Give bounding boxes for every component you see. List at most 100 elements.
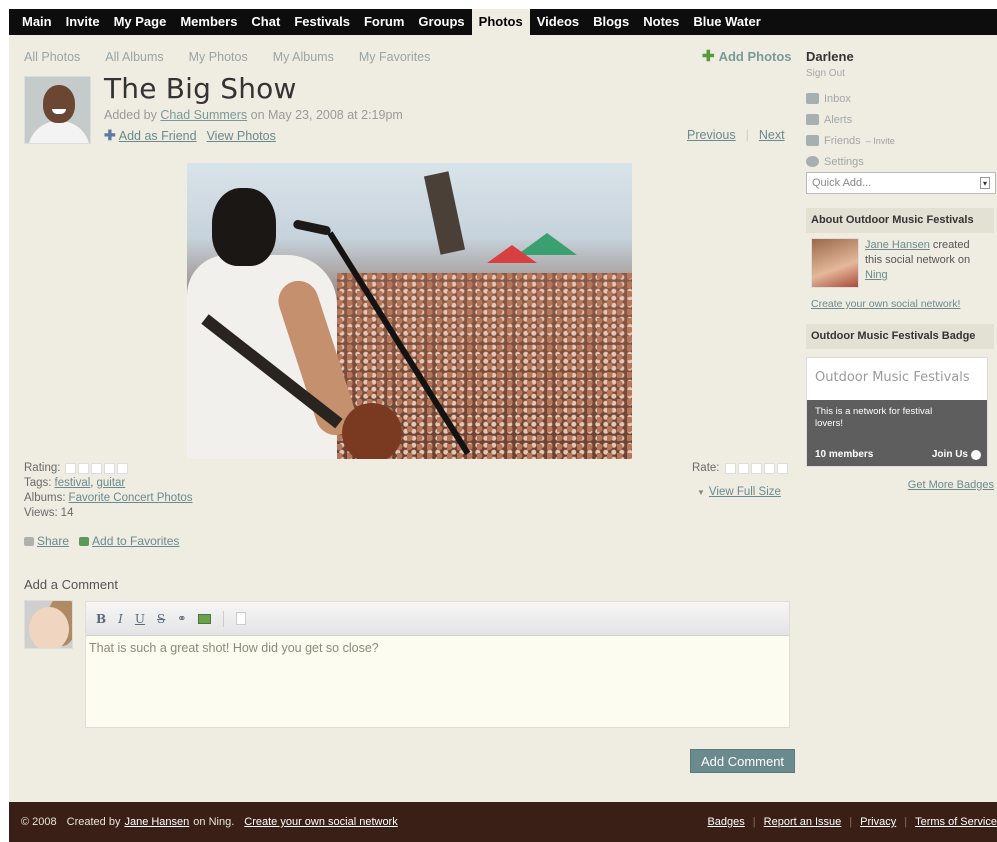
sign-out-link[interactable]: Sign Out xyxy=(806,68,994,79)
subnav-my-photos[interactable]: My Photos xyxy=(189,50,248,64)
added-by-prefix: Added by xyxy=(104,108,157,122)
star-icon xyxy=(65,463,77,474)
previous-link[interactable]: Previous xyxy=(687,128,736,142)
footer-creator-link[interactable]: Jane Hansen xyxy=(124,816,189,828)
footer-badges-link[interactable]: Badges xyxy=(707,816,744,828)
subnav-all-photos[interactable]: All Photos xyxy=(24,50,80,64)
nav-festivals[interactable]: Festivals xyxy=(287,9,357,35)
join-us-label: Join Us xyxy=(931,449,968,460)
comment-editor: B I U S ⚭ That is such a great shot! How… xyxy=(85,601,790,728)
author-avatar[interactable] xyxy=(24,76,91,144)
rate-stars[interactable] xyxy=(724,462,788,474)
subnav-my-favorites[interactable]: My Favorites xyxy=(359,50,431,64)
strikethrough-button[interactable]: S xyxy=(157,612,165,626)
italic-button[interactable]: I xyxy=(118,612,123,626)
star-icon[interactable] xyxy=(737,462,749,474)
view-full-size[interactable]: ▼ View Full Size xyxy=(697,486,781,498)
creator-avatar[interactable] xyxy=(811,238,859,288)
footer-report-issue-link[interactable]: Report an Issue xyxy=(764,816,842,828)
footer-create-network-link[interactable]: Create your own social network xyxy=(244,816,397,828)
star-icon xyxy=(104,463,116,474)
views-label: Views: xyxy=(24,507,58,519)
rate-label: Rate: xyxy=(692,462,720,474)
tags-label: Tags: xyxy=(24,477,52,489)
add-favorites-link[interactable]: Add to Favorites xyxy=(92,534,179,548)
views-row: Views: 14 xyxy=(24,506,193,521)
chevron-down-icon: ▾ xyxy=(980,177,990,189)
nav-members[interactable]: Members xyxy=(173,9,244,35)
ning-link[interactable]: Ning xyxy=(865,269,888,281)
nav-main[interactable]: Main xyxy=(15,9,59,35)
image-icon[interactable] xyxy=(198,613,212,624)
nav-notes[interactable]: Notes xyxy=(636,9,686,35)
user-links: Inbox Alerts Friends – Invite Settings xyxy=(806,88,994,172)
add-friend-link[interactable]: Add as Friend xyxy=(119,129,197,143)
creator-link[interactable]: Jane Hansen xyxy=(865,239,930,251)
expand-icon: ▼ xyxy=(697,487,705,497)
star-icon[interactable] xyxy=(776,462,788,474)
view-photos-link[interactable]: View Photos xyxy=(207,129,276,143)
tag-link[interactable]: festival xyxy=(55,476,91,491)
about-box: Jane Hansen created this social network … xyxy=(806,233,994,288)
tags-row: Tags: festival, guitar xyxy=(24,476,193,491)
inbox-link[interactable]: Inbox xyxy=(806,88,994,109)
add-comment-heading: Add a Comment xyxy=(24,577,118,592)
comment-textarea[interactable]: That is such a great shot! How did you g… xyxy=(86,636,789,660)
nav-chat[interactable]: Chat xyxy=(244,9,287,35)
next-link[interactable]: Next xyxy=(759,128,785,142)
share-row: Share Add to Favorites xyxy=(24,534,179,548)
page: Main Invite My Page Members Chat Festiva… xyxy=(9,9,997,842)
star-icon[interactable] xyxy=(763,462,775,474)
nav-invite[interactable]: Invite xyxy=(59,9,107,35)
on-ning: on Ning. xyxy=(193,816,235,828)
star-icon[interactable] xyxy=(724,462,736,474)
quick-add-select[interactable]: Quick Add... ▾ xyxy=(806,172,996,194)
subnav-my-albums[interactable]: My Albums xyxy=(273,50,334,64)
album-link[interactable]: Favorite Concert Photos xyxy=(69,491,193,506)
added-date: on May 23, 2008 at 2:19pm xyxy=(250,108,403,122)
settings-link[interactable]: Settings xyxy=(806,151,994,172)
author-link[interactable]: Chad Summers xyxy=(160,108,247,122)
tag-link[interactable]: guitar xyxy=(97,476,126,491)
star-icon xyxy=(117,463,129,474)
friend-links: ✚ Add as Friend View Photos xyxy=(104,127,276,144)
main-photo[interactable] xyxy=(187,163,632,459)
nav-blue-water[interactable]: Blue Water xyxy=(686,9,767,35)
nav-videos[interactable]: Videos xyxy=(530,9,586,35)
footer: © 2008 Created by Jane Hansen on Ning. C… xyxy=(9,802,997,842)
underline-button[interactable]: U xyxy=(135,612,145,626)
file-icon[interactable] xyxy=(236,612,247,625)
nav-blogs[interactable]: Blogs xyxy=(586,9,636,35)
nav-groups[interactable]: Groups xyxy=(411,9,471,35)
editor-toolbar: B I U S ⚭ xyxy=(86,602,789,636)
settings-label: Settings xyxy=(824,155,864,168)
create-network-link[interactable]: Create your own social network! xyxy=(806,288,994,310)
get-more-badges-link[interactable]: Get More Badges xyxy=(806,479,994,491)
invite-link[interactable]: – Invite xyxy=(866,136,895,146)
photo-pager: Previous | Next xyxy=(687,128,785,142)
nav-photos[interactable]: Photos xyxy=(471,9,530,35)
footer-terms-link[interactable]: Terms of Service xyxy=(915,816,997,828)
plus-icon: ✚ xyxy=(702,47,715,65)
star-icon[interactable] xyxy=(750,462,762,474)
share-link[interactable]: Share xyxy=(37,534,69,548)
star-icon xyxy=(78,463,90,474)
subnav-all-albums[interactable]: All Albums xyxy=(105,50,163,64)
badge-name: Outdoor Music Festivals xyxy=(807,358,987,402)
add-comment-button[interactable]: Add Comment xyxy=(690,749,795,773)
star-icon xyxy=(91,463,103,474)
alerts-link[interactable]: Alerts xyxy=(806,109,994,130)
favorites-icon xyxy=(79,536,90,546)
nav-my-page[interactable]: My Page xyxy=(107,9,174,35)
view-full-size-link[interactable]: View Full Size xyxy=(709,486,781,498)
views-count: 14 xyxy=(60,507,74,519)
join-us-button[interactable]: Join Us xyxy=(932,449,981,461)
bold-button[interactable]: B xyxy=(96,612,106,626)
user-name[interactable]: Darlene xyxy=(806,49,994,64)
friends-link[interactable]: Friends – Invite xyxy=(806,130,994,151)
link-icon[interactable]: ⚭ xyxy=(177,612,186,625)
footer-privacy-link[interactable]: Privacy xyxy=(860,816,896,828)
add-photos-button[interactable]: ✚ Add Photos xyxy=(702,47,792,65)
nav-forum[interactable]: Forum xyxy=(357,9,411,35)
network-badge[interactable]: Outdoor Music Festivals This is a networ… xyxy=(806,357,988,467)
